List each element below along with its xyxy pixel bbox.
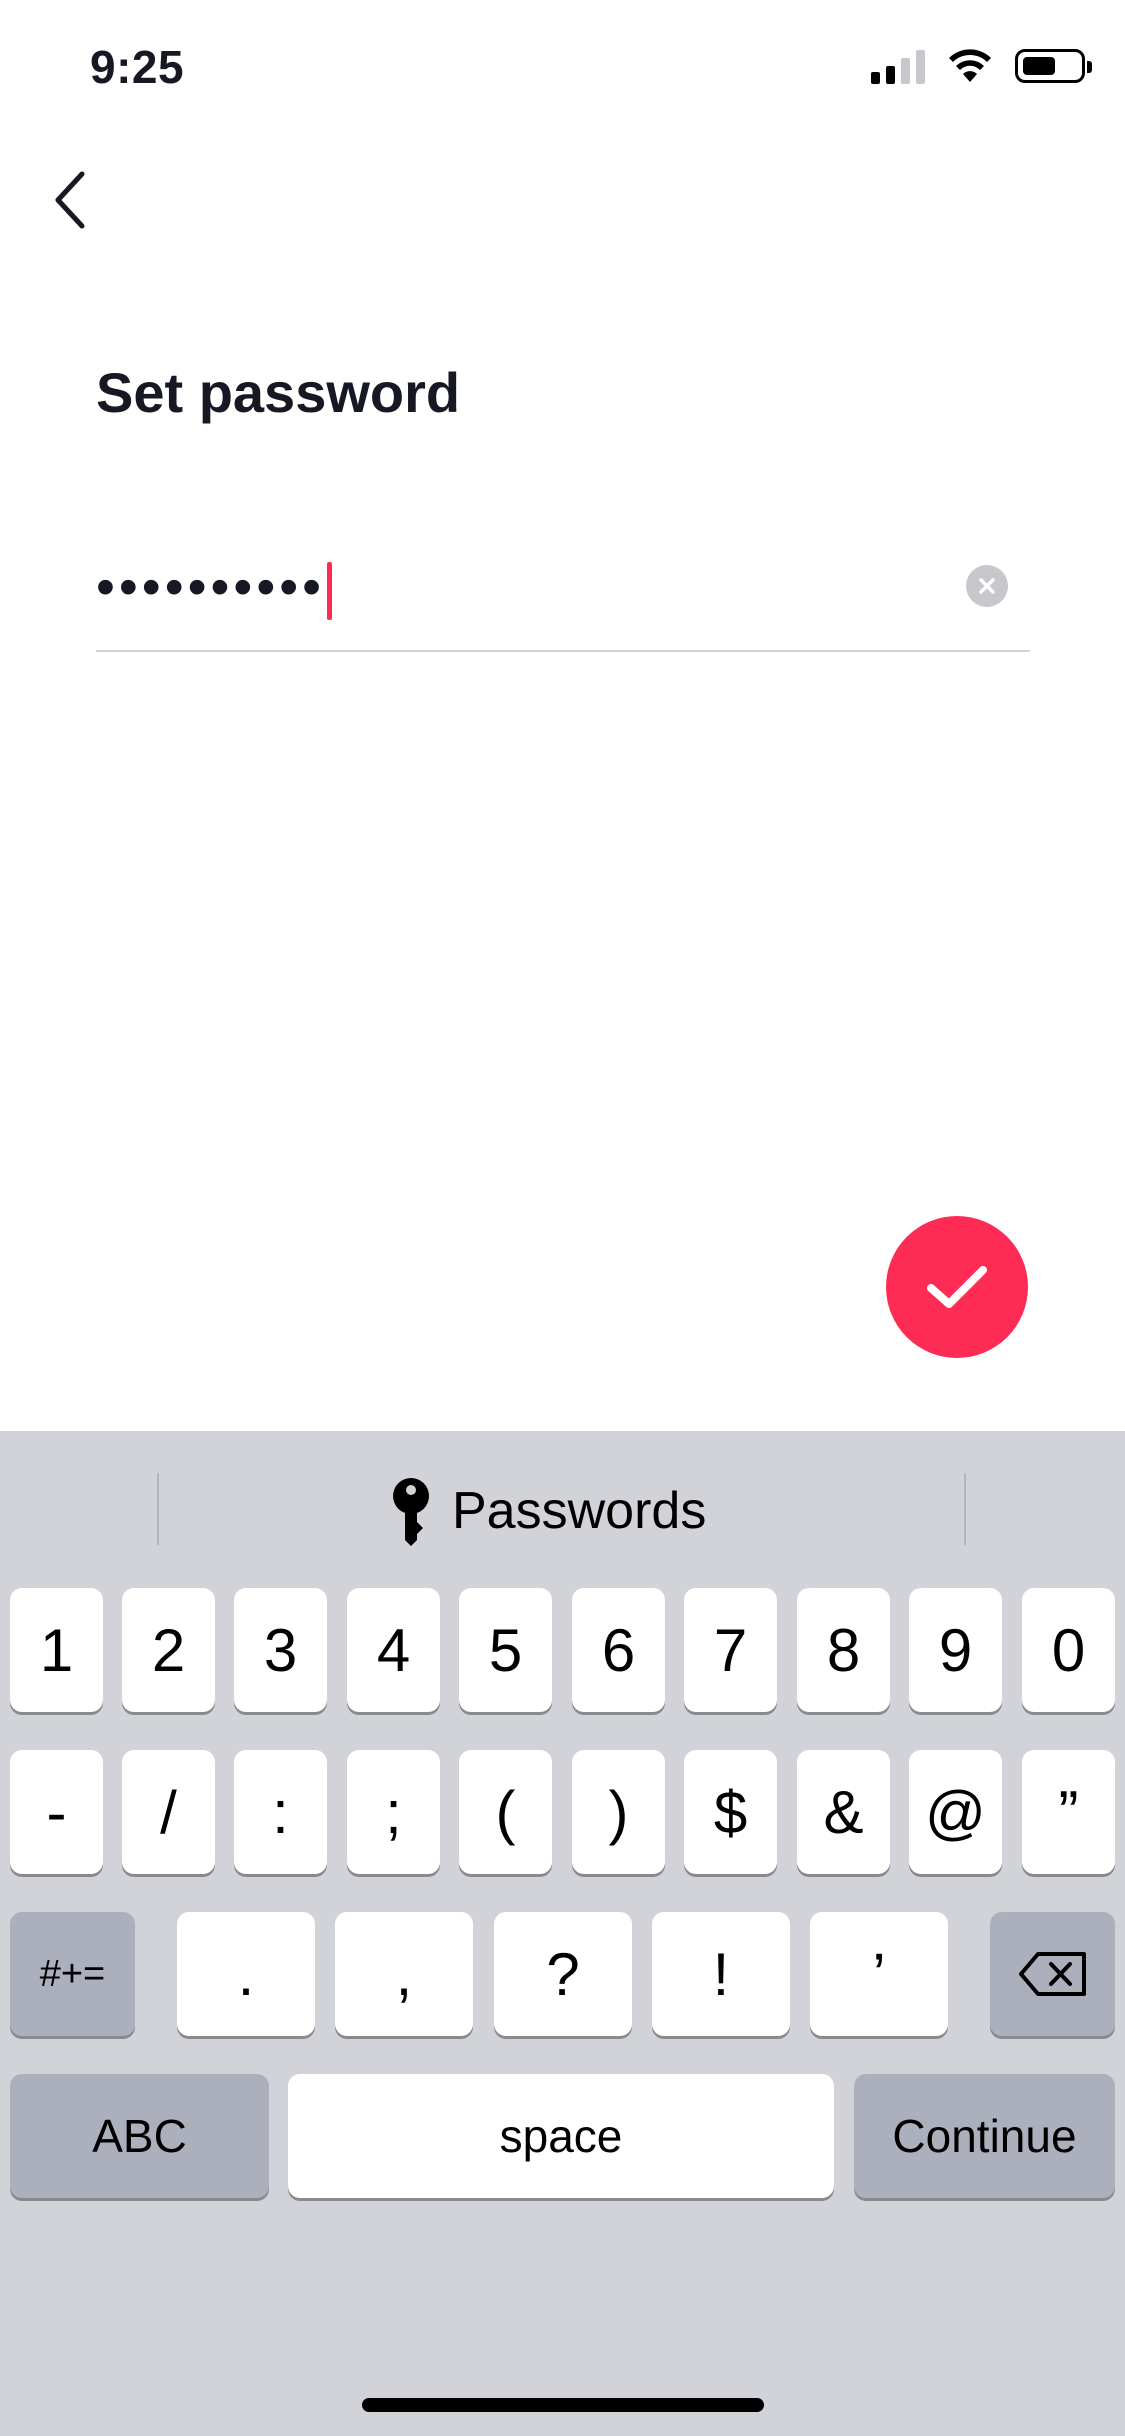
chevron-left-icon — [55, 171, 85, 229]
key-8[interactable]: 8 — [797, 1588, 890, 1712]
text-caret — [327, 561, 333, 620]
key-semicolon[interactable]: ; — [347, 1750, 440, 1874]
key-space[interactable]: space — [288, 2074, 834, 2198]
key-close-paren[interactable]: ) — [572, 1750, 665, 1874]
key-period[interactable]: . — [177, 1912, 315, 2036]
key-9[interactable]: 9 — [909, 1588, 1002, 1712]
keyboard: Passwords 1 2 3 4 5 6 7 8 9 0 - / : ; ( … — [0, 1431, 1125, 2436]
key-exclamation[interactable]: ! — [652, 1912, 790, 2036]
page-title: Set password — [96, 361, 461, 424]
key-comma[interactable]: , — [335, 1912, 473, 2036]
key-dollar[interactable]: $ — [684, 1750, 777, 1874]
key-open-paren[interactable]: ( — [459, 1750, 552, 1874]
key-icon — [393, 1478, 429, 1546]
passwords-autofill-button[interactable]: Passwords — [390, 1471, 706, 1551]
status-time: 9:25 — [90, 41, 185, 93]
status-icons — [871, 48, 1092, 84]
key-0[interactable]: 0 — [1022, 1588, 1115, 1712]
key-apostrophe[interactable]: ’ — [810, 1912, 948, 2036]
key-slash[interactable]: / — [122, 1750, 215, 1874]
key-3[interactable]: 3 — [234, 1588, 327, 1712]
cellular-signal-icon — [871, 48, 925, 84]
confirm-button[interactable] — [886, 1216, 1028, 1358]
backspace-icon — [1018, 1952, 1086, 1996]
battery-icon — [1015, 49, 1092, 83]
passwords-label: Passwords — [452, 1482, 707, 1540]
clear-x-icon — [979, 578, 995, 594]
password-masked-text: •••••••••• — [96, 557, 326, 617]
suggestion-divider — [157, 1473, 159, 1545]
key-at[interactable]: @ — [909, 1750, 1002, 1874]
key-1[interactable]: 1 — [10, 1588, 103, 1712]
wifi-icon — [949, 49, 991, 82]
password-field[interactable]: •••••••••• — [96, 540, 1030, 652]
key-7[interactable]: 7 — [684, 1588, 777, 1712]
key-question[interactable]: ? — [494, 1912, 632, 2036]
back-button[interactable] — [40, 160, 100, 240]
key-ampersand[interactable]: & — [797, 1750, 890, 1874]
key-abc[interactable]: ABC — [10, 2074, 269, 2198]
suggestion-divider — [964, 1473, 966, 1545]
home-indicator — [362, 2398, 764, 2412]
keyboard-suggestion-bar: Passwords — [0, 1431, 1125, 1591]
backspace-key[interactable] — [990, 1912, 1115, 2036]
key-2[interactable]: 2 — [122, 1588, 215, 1712]
key-6[interactable]: 6 — [572, 1588, 665, 1712]
password-input-value[interactable]: •••••••••• — [96, 552, 333, 622]
clear-password-button[interactable] — [966, 565, 1008, 607]
key-5[interactable]: 5 — [459, 1588, 552, 1712]
key-4[interactable]: 4 — [347, 1588, 440, 1712]
key-continue[interactable]: Continue — [854, 2074, 1115, 2198]
key-symbols[interactable]: #+= — [10, 1912, 135, 2036]
checkmark-icon — [927, 1266, 987, 1308]
key-quote[interactable]: ” — [1022, 1750, 1115, 1874]
key-hyphen[interactable]: - — [10, 1750, 103, 1874]
key-colon[interactable]: : — [234, 1750, 327, 1874]
